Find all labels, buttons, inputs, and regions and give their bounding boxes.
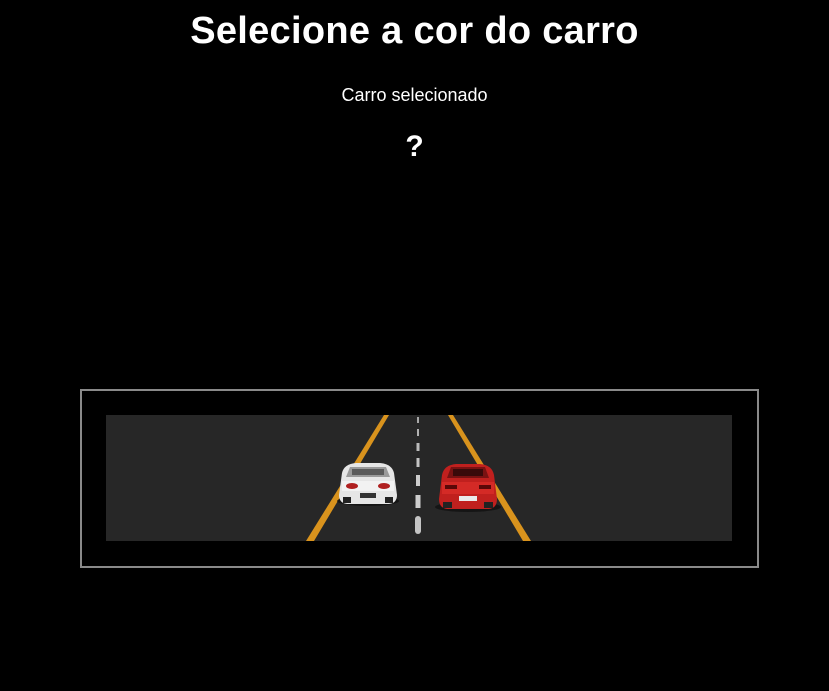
- center-dashes: [415, 417, 421, 534]
- car-color-page: Selecione a cor do carro Carro seleciona…: [0, 0, 829, 691]
- road-illustration: [306, 415, 531, 541]
- selected-car-value: ?: [405, 130, 424, 163]
- red-car[interactable]: [435, 464, 501, 512]
- road-scene: [106, 415, 732, 541]
- selected-car-label: Carro selecionado: [341, 85, 488, 105]
- white-car[interactable]: [337, 463, 399, 506]
- car-selection-frame: [80, 389, 759, 568]
- page-title: Selecione a cor do carro: [190, 10, 639, 52]
